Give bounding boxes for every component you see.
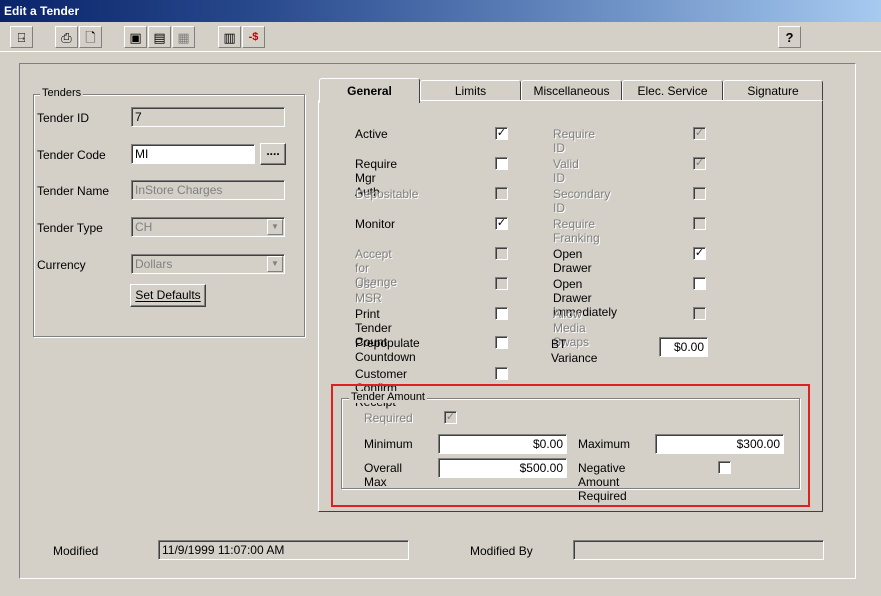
tender-code-field[interactable]: MI <box>131 144 255 164</box>
tender-name-label: Tender Name <box>37 184 110 198</box>
tab-limits[interactable]: Limits <box>420 80 521 101</box>
print-preview-button[interactable]: 🗋 <box>79 26 102 48</box>
currency-value: Dollars <box>135 257 173 271</box>
printer-icon: ⎙ <box>61 29 72 45</box>
bt-variance-label: BT Variance <box>551 337 598 365</box>
tab-general[interactable]: General <box>319 78 420 103</box>
require-mgr-auth-checkbox[interactable] <box>495 157 508 170</box>
tab-miscellaneous[interactable]: Miscellaneous <box>521 80 622 101</box>
depositable-checkbox[interactable] <box>495 187 508 200</box>
currency-select[interactable]: Dollars ▼ <box>131 254 285 274</box>
highlight-box <box>331 384 810 507</box>
monitor-checkbox[interactable]: ✓ <box>495 217 508 230</box>
save-new-button[interactable]: ▤ <box>148 26 171 48</box>
modified-by-label: Modified By <box>470 544 533 558</box>
copy-icon: ▦ <box>177 29 190 45</box>
ellipsis-icon: .... <box>266 144 280 158</box>
chevron-down-icon[interactable]: ▼ <box>267 219 283 235</box>
chevron-down-icon[interactable]: ▼ <box>267 256 283 272</box>
tender-type-value: CH <box>135 220 153 234</box>
print-button[interactable]: ⎙ <box>55 26 78 48</box>
secondary-id-checkbox[interactable] <box>693 187 706 200</box>
tender-type-select[interactable]: CH ▼ <box>131 217 285 237</box>
open-drawer-checkbox[interactable]: ✓ <box>693 247 706 260</box>
require-id-label: Require ID <box>553 127 596 155</box>
accept-for-change-checkbox[interactable] <box>495 247 508 260</box>
report-icon: ▥ <box>223 29 236 45</box>
toolbar: ⍈ ⎙ 🗋 ▣ ▤ ▦ ▥ -$ ? <box>0 22 881 52</box>
allow-media-swaps-checkbox[interactable] <box>693 307 706 320</box>
use-msr-checkbox[interactable] <box>495 277 508 290</box>
open-drawer-immediately-checkbox[interactable] <box>693 277 706 290</box>
active-label: Active <box>355 127 388 141</box>
browse-tender-code-button[interactable]: .... <box>260 143 286 165</box>
open-drawer-label: Open Drawer <box>553 247 592 275</box>
window-title: Edit a Tender <box>4 4 80 18</box>
tender-id-label: Tender ID <box>37 111 90 125</box>
tenders-legend: Tenders <box>40 87 84 99</box>
require-id-checkbox[interactable]: ✓ <box>693 127 706 140</box>
currency-label: Currency <box>37 258 86 272</box>
active-checkbox[interactable]: ✓ <box>495 127 508 140</box>
tender-type-label: Tender Type <box>37 221 103 235</box>
use-msr-label: Use MSR <box>355 277 382 305</box>
delete-tender-button[interactable]: -$ <box>242 26 265 48</box>
bt-variance-field[interactable]: $0.00 <box>659 337 708 357</box>
valid-id-label: Valid ID <box>553 157 579 185</box>
tab-elec-service[interactable]: Elec. Service <box>622 80 723 101</box>
exit-button[interactable]: ⍈ <box>10 26 33 48</box>
valid-id-checkbox[interactable]: ✓ <box>693 157 706 170</box>
modified-by-field[interactable] <box>573 540 824 560</box>
modified-label: Modified <box>53 544 99 558</box>
require-franking-label: Require Franking <box>553 217 600 245</box>
require-franking-checkbox[interactable] <box>693 217 706 230</box>
save-button[interactable]: ▣ <box>124 26 147 48</box>
modified-field[interactable]: 11/9/1999 11:07:00 AM <box>158 540 409 560</box>
save-new-icon: ▤ <box>153 29 166 45</box>
prepopulate-countdown-label: Prepopulate Countdown <box>355 336 420 364</box>
set-defaults-label: Set Defaults <box>135 288 201 302</box>
help-button[interactable]: ? <box>778 26 801 48</box>
help-pointer-icon: ? <box>785 29 794 45</box>
depositable-label: Depositable <box>355 187 419 201</box>
window-title-bar[interactable]: Edit a Tender <box>0 0 881 22</box>
prepopulate-countdown-checkbox[interactable] <box>495 336 508 349</box>
tender-code-label: Tender Code <box>37 148 106 162</box>
print-tender-count-checkbox[interactable] <box>495 307 508 320</box>
tender-name-field[interactable]: InStore Charges <box>131 180 285 200</box>
monitor-label: Monitor <box>355 217 396 231</box>
print-preview-icon: 🗋 <box>85 29 96 45</box>
tender-id-field[interactable]: 7 <box>131 107 285 127</box>
report-button[interactable]: ▥ <box>218 26 241 48</box>
set-defaults-button[interactable]: Set Defaults <box>130 284 206 307</box>
exit-door-icon: ⍈ <box>17 29 26 45</box>
copy-button[interactable]: ▦ <box>172 26 195 48</box>
customer-confirm-receipt-checkbox[interactable] <box>495 367 508 380</box>
tab-signature[interactable]: Signature <box>723 80 823 101</box>
secondary-id-label: Secondary ID <box>553 187 611 215</box>
floppy-disk-icon: ▣ <box>129 29 142 45</box>
delete-currency-icon: -$ <box>248 30 259 43</box>
